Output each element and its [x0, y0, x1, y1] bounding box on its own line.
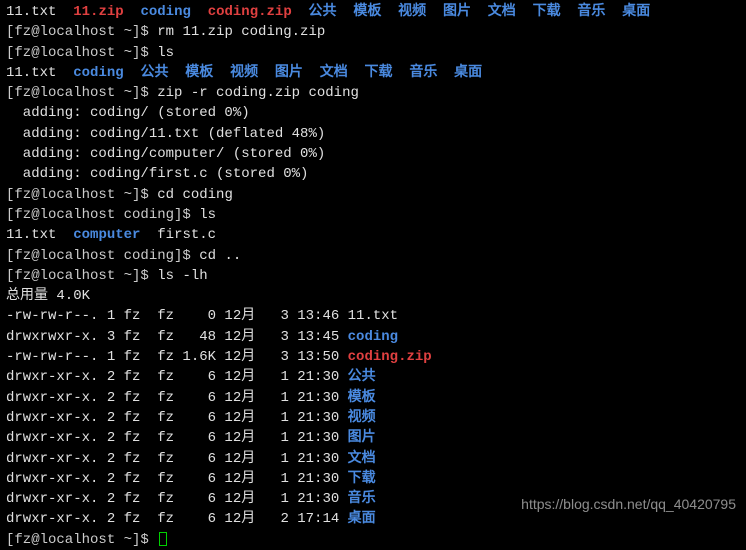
terminal-line-cmd-cdup: [fz@localhost coding]$ cd ..	[6, 246, 740, 266]
cmd-ls: ls	[157, 45, 174, 61]
ls-row-meta: drwxr-xr-x. 2 fz fz 6 12月 1 21:30	[6, 390, 348, 406]
dir-coding: coding	[140, 4, 190, 20]
ls-row-meta: drwxr-xr-x. 2 fz fz 6 12月 1 21:30	[6, 451, 348, 467]
file-codingzip: coding.zip	[208, 4, 292, 20]
terminal-output[interactable]: 11.txt 11.zip coding coding.zip 公共 模板 视频…	[6, 2, 740, 550]
ls-row-name: 下载	[348, 471, 376, 487]
ls-row-meta: drwxr-xr-x. 2 fz fz 6 12月 1 21:30	[6, 491, 348, 507]
terminal-line-zipout: adding: coding/computer/ (stored 0%)	[6, 144, 740, 164]
ls-row-meta: -rw-rw-r--. 1 fz fz 1.6K 12月 3 13:50	[6, 349, 348, 365]
prompt-home: [fz@localhost ~]$	[6, 24, 157, 40]
watermark: https://blog.csdn.net/qq_40420795	[521, 494, 736, 514]
cmd-rm: rm 11.zip coding.zip	[157, 24, 325, 40]
cmd-cd-up: cd ..	[199, 248, 241, 264]
ls-row-name: 11.txt	[348, 308, 398, 324]
terminal-line-lsrow-2: -rw-rw-r--. 1 fz fz 1.6K 12月 3 13:50 cod…	[6, 347, 740, 367]
terminal-line-cmd-lslh: [fz@localhost ~]$ ls -lh	[6, 266, 740, 286]
terminal-line-cmd-rm: [fz@localhost ~]$ rm 11.zip coding.zip	[6, 22, 740, 42]
ls-row-meta: drwxrwxr-x. 3 fz fz 48 12月 3 13:45	[6, 329, 348, 345]
ls-row-name: 视频	[348, 410, 376, 426]
ls-row-name: 文档	[348, 451, 376, 467]
cmd-ls: ls	[199, 207, 216, 223]
ls-row-name: coding	[348, 329, 398, 345]
ls-row-meta: -rw-rw-r--. 1 fz fz 0 12月 3 13:46	[6, 308, 348, 324]
prompt-home: [fz@localhost ~]$	[6, 187, 157, 203]
prompt-home: [fz@localhost ~]$	[6, 45, 157, 61]
ls-row-name: 图片	[348, 430, 376, 446]
prompt-home: [fz@localhost ~]$	[6, 85, 157, 101]
terminal-line-zipout: adding: coding/ (stored 0%)	[6, 103, 740, 123]
terminal-line-cmd-ls: [fz@localhost ~]$ ls	[6, 43, 740, 63]
cmd-ls-lh: ls -lh	[157, 268, 207, 284]
ls-row-meta: drwxr-xr-x. 2 fz fz 6 12月 1 21:30	[6, 430, 348, 446]
terminal-line-ls3: 11.txt computer first.c	[6, 225, 740, 245]
file-11txt: 11.txt	[6, 4, 56, 20]
ls-row-meta: drwxr-xr-x. 2 fz fz 6 12月 1 21:30	[6, 471, 348, 487]
ls-row-meta: drwxr-xr-x. 2 fz fz 6 12月 2 17:14	[6, 511, 348, 527]
ls-row-name: 公共	[348, 369, 376, 385]
prompt-coding: [fz@localhost coding]$	[6, 207, 199, 223]
cursor-icon	[159, 532, 167, 546]
terminal-line-ls1: 11.txt 11.zip coding coding.zip 公共 模板 视频…	[6, 2, 740, 22]
prompt-home: [fz@localhost ~]$	[6, 532, 157, 548]
terminal-line-lsrow-3: drwxr-xr-x. 2 fz fz 6 12月 1 21:30 公共	[6, 367, 740, 387]
ls-row-meta: drwxr-xr-x. 2 fz fz 6 12月 1 21:30	[6, 369, 348, 385]
cmd-cd-coding: cd coding	[157, 187, 233, 203]
terminal-line-cmd-ls-coding: [fz@localhost coding]$ ls	[6, 205, 740, 225]
ls-row-name: coding.zip	[348, 349, 432, 365]
ls-row-name: 模板	[348, 390, 376, 406]
ls-row-name: 音乐	[348, 491, 376, 507]
terminal-line-lsrow-0: -rw-rw-r--. 1 fz fz 0 12月 3 13:46 11.txt	[6, 306, 740, 326]
cmd-zip: zip -r coding.zip coding	[157, 85, 359, 101]
terminal-line-zipout: adding: coding/first.c (stored 0%)	[6, 164, 740, 184]
terminal-line-lsrow-7: drwxr-xr-x. 2 fz fz 6 12月 1 21:30 文档	[6, 449, 740, 469]
ls-row-meta: drwxr-xr-x. 2 fz fz 6 12月 1 21:30	[6, 410, 348, 426]
terminal-prompt-active[interactable]: [fz@localhost ~]$	[6, 530, 740, 550]
terminal-line-lsrow-8: drwxr-xr-x. 2 fz fz 6 12月 1 21:30 下载	[6, 469, 740, 489]
terminal-line-lsrow-1: drwxrwxr-x. 3 fz fz 48 12月 3 13:45 codin…	[6, 327, 740, 347]
prompt-coding: [fz@localhost coding]$	[6, 248, 199, 264]
file-11zip: 11.zip	[73, 4, 123, 20]
terminal-line-cmd-cd: [fz@localhost ~]$ cd coding	[6, 185, 740, 205]
terminal-line-cmd-zip: [fz@localhost ~]$ zip -r coding.zip codi…	[6, 83, 740, 103]
prompt-home: [fz@localhost ~]$	[6, 268, 157, 284]
dir-computer: computer	[73, 227, 140, 243]
terminal-line-lsrow-6: drwxr-xr-x. 2 fz fz 6 12月 1 21:30 图片	[6, 428, 740, 448]
total-line: 总用量 4.0K	[6, 288, 90, 304]
terminal-line-total: 总用量 4.0K	[6, 286, 740, 306]
ls-row-name: 桌面	[348, 511, 376, 527]
terminal-line-lsrow-5: drwxr-xr-x. 2 fz fz 6 12月 1 21:30 视频	[6, 408, 740, 428]
terminal-line-zipout: adding: coding/11.txt (deflated 48%)	[6, 124, 740, 144]
terminal-line-lsrow-4: drwxr-xr-x. 2 fz fz 6 12月 1 21:30 模板	[6, 388, 740, 408]
terminal-line-ls2: 11.txt coding 公共 模板 视频 图片 文档 下载 音乐 桌面	[6, 63, 740, 83]
